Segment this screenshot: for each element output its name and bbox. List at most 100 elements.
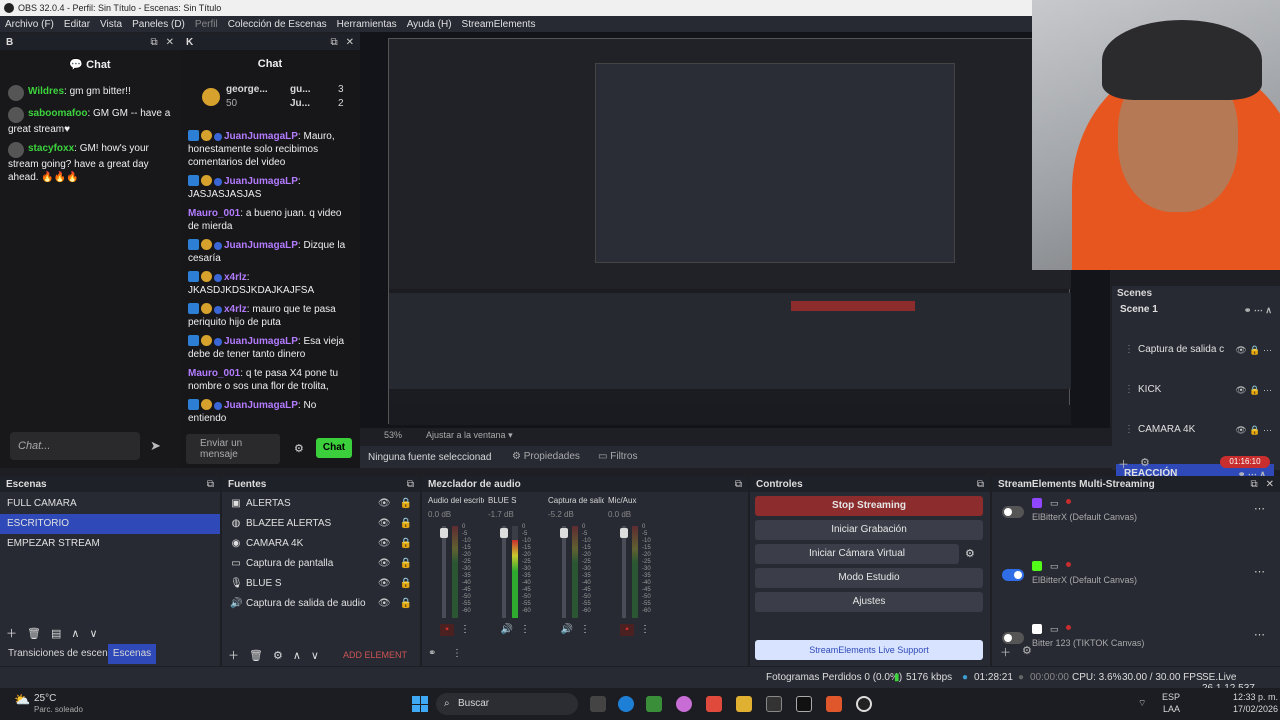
more-vertical-icon[interactable]: ⋮ <box>640 624 650 635</box>
source-item[interactable]: 🔊 Captura de salida de audio 👁 🔒 <box>222 593 420 613</box>
speaker-icon[interactable]: 🔊 <box>560 624 574 636</box>
menu-item[interactable]: Vista <box>95 19 127 30</box>
eye-icon[interactable]: 👁 <box>378 498 391 509</box>
filters-button[interactable]: ▭ Filtros <box>598 451 637 462</box>
chat-username[interactable]: Wildres <box>28 86 64 97</box>
undock-icon[interactable]: ⧉ <box>330 37 337 48</box>
folder-icon[interactable] <box>736 696 752 712</box>
chat-send-button[interactable]: Chat <box>316 438 352 458</box>
eye-icon[interactable]: 👁 <box>378 598 391 609</box>
lock-icon[interactable]: 🔒 <box>400 558 412 569</box>
volume-slider-handle[interactable] <box>440 528 448 538</box>
undock-icon[interactable]: ⧉ <box>207 479 214 490</box>
more-vertical-icon[interactable]: ⋮ <box>460 624 470 635</box>
chevron-down-icon[interactable]: ∨ <box>89 627 97 640</box>
chevron-up-icon[interactable]: ∧ <box>293 649 301 662</box>
clock-date[interactable]: 17/02/2026 <box>1226 704 1278 714</box>
source-item[interactable]: ◍ BLAZEE ALERTAS 👁 🔒 <box>222 513 420 533</box>
volume-slider-track[interactable] <box>562 526 566 618</box>
lock-icon[interactable]: 🔒 <box>400 538 412 549</box>
tab-transitions[interactable]: Transiciones de escena <box>8 648 113 659</box>
start-virtual-camera-button[interactable]: Iniciar Cámara Virtual <box>755 544 959 564</box>
program-preview[interactable] <box>360 32 1110 428</box>
task-view-icon[interactable] <box>590 696 606 712</box>
undock-icon[interactable]: ⧉ <box>977 479 984 490</box>
chat-input-field[interactable]: Chat... <box>10 432 140 460</box>
chat-username[interactable]: JuanJumagaLP <box>224 176 298 187</box>
add-icon[interactable]: ＋ <box>1118 456 1129 472</box>
edge-icon[interactable] <box>618 696 634 712</box>
volume-slider-handle[interactable] <box>500 528 508 538</box>
tab-scenes[interactable]: Escenas <box>108 644 156 664</box>
filter-icon[interactable]: ▤ <box>51 627 61 640</box>
menu-item[interactable]: Editar <box>59 19 95 30</box>
eye-icon[interactable]: 👁 🔒 ⋯ <box>1235 420 1272 440</box>
volume-slider-handle[interactable] <box>620 528 628 538</box>
chat-username[interactable]: JuanJumagaLP <box>224 240 298 251</box>
settings-gear-icon[interactable]: ⚙ <box>1140 456 1150 469</box>
chat-username[interactable]: Mauro_001 <box>188 208 240 219</box>
weather-icon[interactable]: ⛅ <box>14 692 30 708</box>
trash-icon[interactable]: 🗑 <box>27 627 41 640</box>
lock-icon[interactable]: 🔒 <box>400 498 412 509</box>
eye-icon[interactable]: 👁 <box>378 518 391 529</box>
drag-handle-icon[interactable]: ⋮ <box>1124 344 1134 355</box>
mute-icon[interactable]: ▪ <box>620 624 634 636</box>
menu-item[interactable]: Archivo (F) <box>0 19 59 30</box>
speaker-icon[interactable]: 🔊 <box>500 624 514 636</box>
more-horizontal-icon[interactable]: ⋯ <box>1254 628 1265 641</box>
mute-icon[interactable]: ▪ <box>440 624 454 636</box>
scene-item[interactable]: ESCRITORIO <box>0 514 220 534</box>
undock-icon[interactable]: ⧉ <box>407 479 414 490</box>
app-icon[interactable] <box>796 696 812 712</box>
start-recording-button[interactable]: Iniciar Grabación <box>755 520 983 540</box>
gear-icon[interactable]: ⚙ <box>273 649 283 662</box>
more-vertical-icon[interactable]: ⋮ <box>452 648 462 659</box>
add-icon[interactable]: ＋ <box>6 625 17 641</box>
scene-source-item[interactable]: ⋮ Captura de salida c 👁 🔒 ⋯ <box>1112 340 1280 360</box>
undock-icon[interactable]: ⧉ <box>150 37 157 48</box>
clock-time[interactable]: 12:33 p. m. <box>1226 692 1278 702</box>
store-icon[interactable] <box>646 696 662 712</box>
chat-username[interactable]: Mauro_001 <box>188 368 240 379</box>
add-icon[interactable]: ＋ <box>228 647 239 663</box>
settings-gear-icon[interactable]: ⚙ <box>294 442 304 455</box>
brave-icon[interactable] <box>826 696 842 712</box>
chat-username[interactable]: JuanJumagaLP <box>224 400 298 411</box>
copilot-icon[interactable] <box>676 696 692 712</box>
menu-item[interactable]: StreamElements <box>457 19 541 30</box>
scene-source-item[interactable]: ⋮KICK👁 🔒 ⋯ <box>1112 380 1280 400</box>
source-item[interactable]: ▣ ALERTAS 👁 🔒 <box>222 493 420 513</box>
wifi-icon[interactable]: ⌔ <box>1138 698 1146 709</box>
close-icon[interactable]: ✕ <box>1266 479 1274 490</box>
studio-mode-button[interactable]: Modo Estudio <box>755 568 983 588</box>
menu-item[interactable]: Paneles (D) <box>127 19 190 30</box>
chat-username[interactable]: stacyfoxx <box>28 143 74 154</box>
obs-taskbar-icon[interactable] <box>856 696 872 712</box>
weather-temp[interactable]: 25°C <box>34 693 56 704</box>
terminal-icon[interactable] <box>766 696 782 712</box>
menu-item[interactable]: Ayuda (H) <box>402 19 457 30</box>
drag-handle-icon[interactable]: ⋮ <box>1124 384 1134 395</box>
message-input[interactable]: Enviar un mensaje <box>186 434 280 464</box>
eye-icon[interactable]: 👁 🔒 ⋯ <box>1235 340 1272 360</box>
drag-handle-icon[interactable]: ⋮ <box>1124 424 1134 435</box>
eye-icon[interactable]: 👁 🔒 ⋯ <box>1235 380 1272 400</box>
menu-item[interactable]: Herramientas <box>332 19 402 30</box>
source-item[interactable]: 🎙 BLUE S 👁 🔒 <box>222 573 420 593</box>
undock-icon[interactable]: ⧉ <box>735 479 742 490</box>
more-vertical-icon[interactable]: ⋮ <box>520 624 530 635</box>
chat-username[interactable]: saboomafoo <box>28 108 87 119</box>
lock-icon[interactable]: 🔒 <box>400 518 412 529</box>
add-icon[interactable]: ＋ <box>1000 644 1011 660</box>
settings-gear-icon[interactable]: ⚙ <box>1022 644 1032 657</box>
close-icon[interactable]: ✕ <box>166 37 174 48</box>
more-horizontal-icon[interactable]: ⋯ <box>1254 565 1265 578</box>
source-item[interactable]: ▭ Captura de pantalla 👁 🔒 <box>222 553 420 573</box>
fit-window-dropdown[interactable]: Ajustar a la ventana ▾ <box>426 430 513 441</box>
scene-item[interactable]: FULL CAMARA <box>0 494 220 514</box>
scene-group[interactable]: Scene 1 ⚭ ⋯ ∧ <box>1112 300 1280 320</box>
send-icon[interactable]: ➤ <box>150 438 161 454</box>
scene-item[interactable]: EMPEZAR STREAM <box>0 534 220 554</box>
stream-toggle[interactable] <box>1002 632 1024 644</box>
